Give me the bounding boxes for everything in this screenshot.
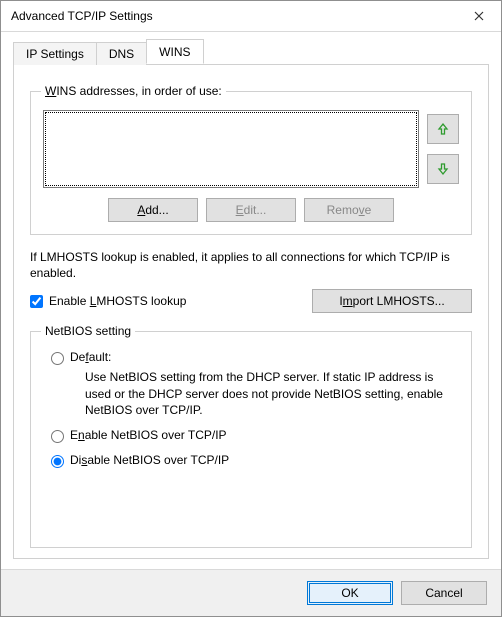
group-wins-legend: WINS addresses, in order of use:	[41, 84, 226, 98]
reorder-buttons	[427, 110, 459, 188]
enable-lmhosts-label[interactable]: Enable LMHOSTS lookup	[49, 294, 186, 308]
lmhosts-info-text: If LMHOSTS lookup is enabled, it applies…	[30, 249, 472, 281]
group-netbios: NetBIOS setting Default: Use NetBIOS set…	[30, 331, 472, 548]
titlebar: Advanced TCP/IP Settings	[1, 1, 501, 32]
client-area: IP Settings DNS WINS WINS addresses, in …	[1, 32, 501, 569]
tab-ip-settings[interactable]: IP Settings	[13, 42, 97, 65]
tab-dns[interactable]: DNS	[96, 42, 147, 65]
netbios-enable-radio[interactable]	[51, 430, 64, 443]
move-down-button[interactable]	[427, 154, 459, 184]
move-up-button[interactable]	[427, 114, 459, 144]
dialog-window: Advanced TCP/IP Settings IP Settings DNS…	[0, 0, 502, 617]
netbios-default-label[interactable]: Default:	[70, 350, 111, 364]
group-wins-addresses: WINS addresses, in order of use:	[30, 91, 472, 235]
tab-wins[interactable]: WINS	[146, 39, 203, 64]
netbios-default-description: Use NetBIOS setting from the DHCP server…	[85, 369, 459, 418]
enable-lmhosts-checkbox[interactable]	[30, 295, 43, 308]
add-button[interactable]: Add...	[108, 198, 198, 222]
close-icon[interactable]	[456, 1, 501, 31]
ok-button[interactable]: OK	[307, 581, 393, 605]
netbios-disable-radio[interactable]	[51, 455, 64, 468]
edit-button[interactable]: Edit...	[206, 198, 296, 222]
arrow-up-icon	[436, 122, 450, 136]
netbios-disable-label[interactable]: Disable NetBIOS over TCP/IP	[70, 453, 229, 467]
remove-button[interactable]: Remove	[304, 198, 394, 222]
netbios-enable-label[interactable]: Enable NetBIOS over TCP/IP	[70, 428, 227, 442]
wins-address-listbox[interactable]	[43, 110, 419, 188]
import-lmhosts-button[interactable]: Import LMHOSTS...	[312, 289, 472, 313]
tab-page-wins: WINS addresses, in order of use:	[13, 64, 489, 559]
window-title: Advanced TCP/IP Settings	[11, 9, 456, 23]
group-netbios-legend: NetBIOS setting	[41, 324, 135, 338]
arrow-down-icon	[436, 162, 450, 176]
dialog-footer: OK Cancel	[1, 569, 501, 616]
tabs-strip: IP Settings DNS WINS	[13, 40, 489, 64]
cancel-button[interactable]: Cancel	[401, 581, 487, 605]
netbios-default-radio[interactable]	[51, 352, 64, 365]
